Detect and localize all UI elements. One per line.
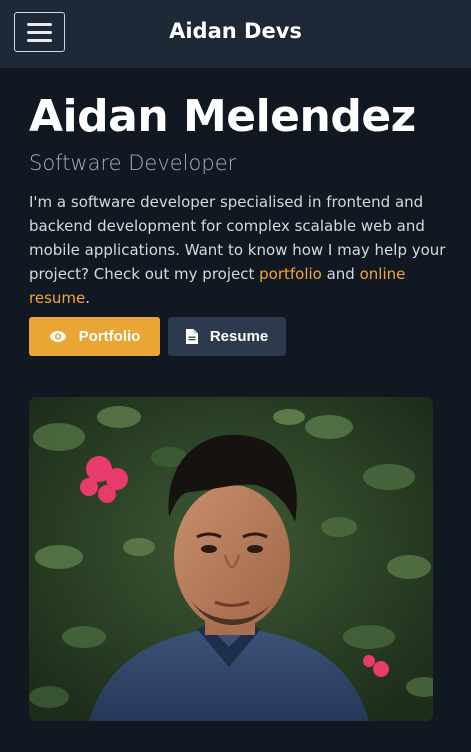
navbar: Aidan Devs: [0, 0, 471, 68]
bio-and: and: [321, 265, 360, 283]
bio-text: I'm a software developer specialised in …: [29, 190, 449, 310]
page-title: Aidan Melendez: [29, 91, 416, 142]
brand-title[interactable]: Aidan Devs: [0, 17, 471, 45]
hero-buttons: Portfolio Resume: [29, 317, 286, 356]
bio-suffix: .: [85, 289, 91, 307]
job-title: Software Developer: [29, 151, 237, 175]
resume-button-label: Resume: [209, 328, 269, 345]
eye-icon: [49, 330, 67, 343]
portfolio-button[interactable]: Portfolio: [29, 317, 160, 356]
portfolio-link[interactable]: portfolio: [259, 265, 322, 283]
profile-photo: [29, 397, 433, 721]
hero-section: Aidan Melendez Software Developer I'm a …: [29, 88, 449, 310]
document-icon: [185, 329, 198, 344]
resume-button[interactable]: Resume: [168, 317, 286, 356]
portfolio-button-label: Portfolio: [78, 328, 141, 345]
